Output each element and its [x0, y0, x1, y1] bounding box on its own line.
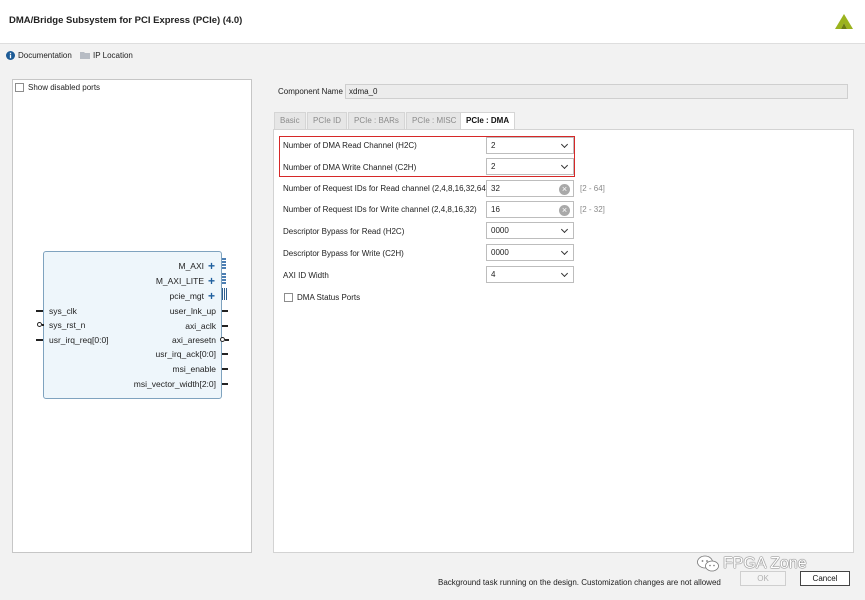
req-ids-read-range: [2 - 64] — [580, 184, 605, 193]
expand-plus-icon[interactable]: + — [208, 275, 215, 287]
pin-sys-clk: sys_clk — [49, 306, 77, 316]
ok-button[interactable]: OK — [740, 571, 786, 586]
ip-location-label: IP Location — [93, 50, 133, 60]
pin-axi-aresetn: axi_aresetn — [172, 335, 216, 345]
tab-pcie-bars[interactable]: PCIe : BARs — [348, 112, 405, 129]
dma-status-ports-label: DMA Status Ports — [297, 293, 361, 302]
bus-port-icon — [222, 288, 228, 300]
window-title: DMA/Bridge Subsystem for PCI Express (PC… — [9, 15, 243, 26]
port-wire — [222, 368, 228, 370]
documentation-link[interactable]: Documentation — [6, 49, 72, 61]
pin-user-lnk-up: user_lnk_up — [169, 306, 216, 316]
req-ids-write-value: 16 — [491, 205, 500, 214]
pin-msi-enable: msi_enable — [172, 364, 216, 374]
ip-location-link[interactable]: IP Location — [80, 49, 133, 61]
pin-m-axi-lite: M_AXI_LITE — [155, 276, 204, 286]
axi-id-width-value: 4 — [491, 270, 496, 279]
watermark: FPGA Zone — [697, 555, 807, 573]
expand-plus-icon[interactable]: + — [208, 260, 215, 272]
cancel-button[interactable]: Cancel — [800, 571, 850, 586]
tab-basic[interactable]: Basic — [274, 112, 306, 129]
pin-msi-vector-width: msi_vector_width[2:0] — [133, 379, 216, 389]
watermark-text: FPGA Zone — [723, 555, 807, 572]
req-ids-write-label: Number of Request IDs for Write channel … — [283, 205, 477, 214]
info-icon — [6, 50, 15, 60]
checkbox-box[interactable] — [284, 293, 293, 302]
port-wire — [42, 324, 44, 326]
req-ids-read-label: Number of Request IDs for Read channel (… — [283, 184, 489, 193]
tab-pcie-dma[interactable]: PCIe : DMA — [460, 112, 516, 129]
pin-axi-aclk: axi_aclk — [185, 321, 216, 331]
chevron-down-icon — [560, 269, 569, 278]
expand-plus-icon[interactable]: + — [208, 290, 215, 302]
show-disabled-ports-label: Show disabled ports — [28, 83, 101, 92]
tab-pcie-id[interactable]: PCIe ID — [307, 112, 348, 129]
desc-bypass-write-value: 0000 — [491, 248, 509, 257]
xilinx-logo-icon — [835, 14, 853, 29]
dma-status-ports-checkbox[interactable]: DMA Status Ports — [284, 293, 360, 302]
pin-sys-rst-n: sys_rst_n — [49, 320, 86, 330]
folder-icon — [80, 52, 90, 59]
show-disabled-ports-checkbox[interactable]: Show disabled ports — [15, 83, 100, 92]
req-ids-read-input[interactable]: 32 × — [486, 180, 574, 197]
port-wire — [222, 383, 228, 385]
req-ids-write-input[interactable]: 16 × — [486, 201, 574, 218]
documentation-label: Documentation — [18, 50, 72, 60]
component-name-input[interactable]: xdma_0 — [345, 84, 848, 99]
desc-bypass-write-label: Descriptor Bypass for Write (C2H) — [283, 249, 404, 258]
port-wire — [36, 339, 43, 341]
port-wire — [225, 339, 229, 341]
checkbox-box[interactable] — [15, 83, 24, 92]
port-wire — [222, 353, 228, 355]
clear-icon[interactable]: × — [559, 205, 570, 216]
axi-id-width-select[interactable]: 4 — [486, 266, 574, 283]
chevron-down-icon — [560, 247, 569, 256]
port-wire — [222, 325, 228, 327]
desc-bypass-read-label: Descriptor Bypass for Read (H2C) — [283, 227, 405, 236]
axi-id-width-label: AXI ID Width — [283, 271, 329, 280]
status-message: Background task running on the design. C… — [438, 578, 721, 587]
req-ids-write-range: [2 - 32] — [580, 205, 605, 214]
desc-bypass-write-select[interactable]: 0000 — [486, 244, 574, 261]
pin-usr-irq-ack: usr_irq_ack[0:0] — [155, 349, 216, 359]
pin-m-axi: M_AXI — [178, 261, 204, 271]
port-wire — [36, 310, 43, 312]
component-name-label: Component Name — [278, 87, 343, 96]
pin-pcie-mgt: pcie_mgt — [169, 291, 205, 301]
clear-icon[interactable]: × — [559, 184, 570, 195]
wechat-icon — [697, 555, 719, 572]
highlight-annotation-box — [279, 136, 575, 177]
port-wire — [222, 310, 228, 312]
bus-port-icon — [222, 258, 226, 270]
tab-pcie-misc[interactable]: PCIe : MISC — [406, 112, 463, 129]
bus-port-icon — [222, 273, 226, 285]
chevron-down-icon — [560, 225, 569, 234]
desc-bypass-read-value: 0000 — [491, 226, 509, 235]
desc-bypass-read-select[interactable]: 0000 — [486, 222, 574, 239]
pin-usr-irq-req: usr_irq_req[0:0] — [49, 335, 109, 345]
req-ids-read-value: 32 — [491, 184, 500, 193]
